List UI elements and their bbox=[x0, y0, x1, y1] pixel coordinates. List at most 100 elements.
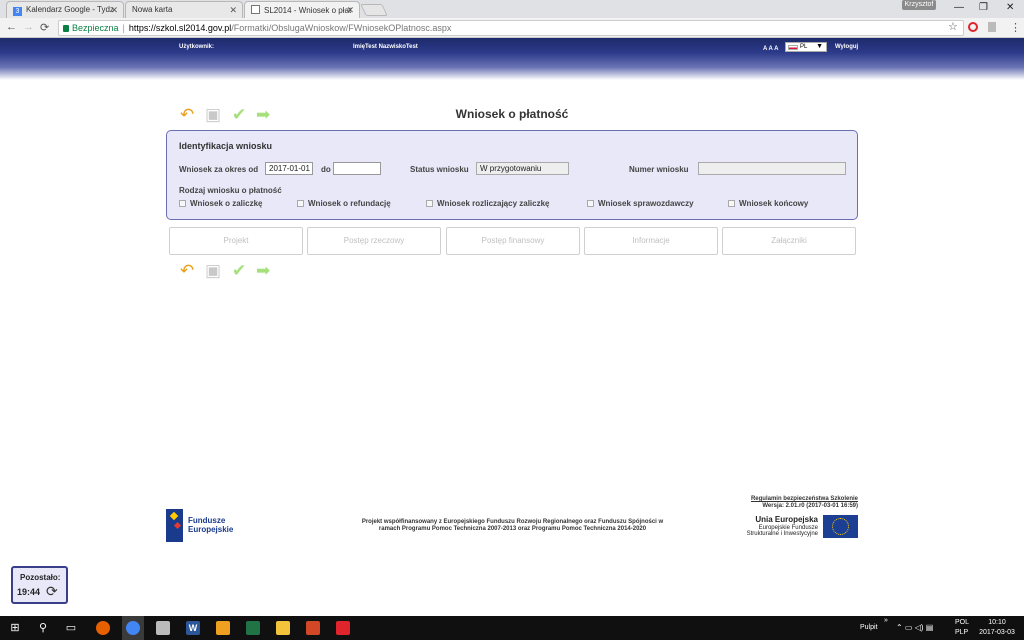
tab-projekt[interactable]: Projekt bbox=[169, 227, 303, 255]
eu-text-block: Unia Europejska Europejskie Fundusze Str… bbox=[740, 515, 818, 537]
address-bar-row: ← → ⟳ Bezpieczna | https://szkol.sl2014.go… bbox=[0, 18, 1024, 38]
cofinancing-line2: ramach Programu Pomoc Techniczna 2007-20… bbox=[378, 526, 647, 532]
close-tab-icon[interactable]: ✕ bbox=[346, 5, 354, 16]
version-text: Wersja: 2.01.r0 (2017-03-01 16:59) bbox=[762, 503, 858, 509]
tab-label: Kalendarz Google - Tydz bbox=[26, 5, 114, 14]
period-from-field[interactable]: 2017-01-01 bbox=[265, 162, 313, 175]
cofinancing-line1: Projekt współfinansowany z Europejskiego… bbox=[361, 519, 664, 525]
back-icon[interactable]: ← bbox=[6, 21, 17, 33]
forward-arrow-icon[interactable]: ➡ bbox=[256, 262, 270, 279]
profile-badge[interactable]: Krzysztof bbox=[902, 0, 936, 10]
minimize-icon[interactable]: — bbox=[954, 2, 964, 13]
period-to-field[interactable] bbox=[333, 162, 381, 175]
tab-postep-finansowy[interactable]: Postęp finansowy bbox=[446, 227, 580, 255]
fundusze-europejskie-logo: Fundusze Europejskie bbox=[166, 509, 236, 542]
checkbox-advance[interactable]: Wniosek o zaliczkę bbox=[179, 199, 262, 208]
checkbox-box bbox=[587, 200, 594, 207]
language-select[interactable]: PL ▼ bbox=[785, 42, 827, 52]
status-field: W przygotowaniu bbox=[476, 162, 569, 175]
version-block: Regulamin bezpieczeństwa Szkolenie Wersj… bbox=[690, 496, 858, 510]
file-explorer-icon[interactable] bbox=[276, 621, 290, 635]
overflow-chevron-icon[interactable]: » bbox=[884, 617, 888, 624]
tab-informacje[interactable]: Informacje bbox=[584, 227, 718, 255]
refresh-icon[interactable]: ⟳ bbox=[46, 583, 58, 600]
task-view-icon[interactable]: ▭ bbox=[64, 621, 78, 635]
tab-zalaczniki[interactable]: Załączniki bbox=[722, 227, 856, 255]
checkbox-refund[interactable]: Wniosek o refundację bbox=[297, 199, 391, 208]
checkbox-settling-advance[interactable]: Wniosek rozliczający zaliczkę bbox=[426, 199, 550, 208]
input-language-primary: POL bbox=[955, 619, 970, 626]
url-field[interactable]: Bezpieczna | https://szkol.sl2014.gov.pl/F… bbox=[58, 20, 964, 36]
os-taskbar: ⊞ ⚲ ▭ W Pulpit » ⌃ ▭ ◁) ▤ POL PLP 10:10 … bbox=[0, 616, 1024, 640]
url-host: https://szkol.sl2014.gov.pl bbox=[128, 23, 232, 33]
logout-link[interactable]: Wyloguj bbox=[835, 44, 858, 50]
check-icon[interactable]: ✔ bbox=[232, 106, 246, 123]
calendar-favicon-icon: 3 bbox=[13, 7, 22, 16]
windows-start-icon[interactable]: ⊞ bbox=[8, 621, 22, 635]
checkbox-label: Wniosek o zaliczkę bbox=[190, 199, 263, 208]
page-title: Wniosek o płatność bbox=[455, 107, 569, 121]
checkbox-label: Wniosek o refundację bbox=[308, 199, 391, 208]
checkbox-final[interactable]: Wniosek końcowy bbox=[728, 199, 808, 208]
restore-icon[interactable]: ❐ bbox=[979, 2, 988, 13]
eu-flag-icon bbox=[823, 515, 858, 538]
tab-new-tab[interactable]: Nowa karta ✕ bbox=[125, 1, 243, 18]
check-icon[interactable]: ✔ bbox=[232, 262, 246, 279]
lock-icon bbox=[63, 25, 69, 32]
font-size-controls-label: A A A bbox=[763, 46, 779, 52]
url-separator: | bbox=[122, 23, 125, 33]
user-name: ImięTest NazwiskoTest bbox=[353, 44, 418, 50]
forward-arrow-icon[interactable]: ➡ bbox=[256, 106, 270, 123]
url-path: /Formatki/ObslugaWnioskow/FWniosekOPlatn… bbox=[231, 23, 452, 33]
save-icon[interactable]: ▣ bbox=[205, 262, 221, 279]
close-window-icon[interactable]: ✕ bbox=[1006, 2, 1014, 13]
undo-icon[interactable]: ↶ bbox=[180, 106, 194, 123]
tab-postep-rzeczowy[interactable]: Postęp rzeczowy bbox=[307, 227, 441, 255]
clock-date: 2017-03-03 bbox=[979, 629, 1015, 636]
fe-logo-line1: Fundusze bbox=[188, 516, 226, 525]
new-tab-button[interactable] bbox=[360, 4, 388, 16]
period-to-label: do bbox=[321, 165, 331, 174]
notepad-icon[interactable] bbox=[156, 621, 170, 635]
security-rules-link[interactable]: Regulamin bezpieczeństwa Szkolenie bbox=[690, 496, 858, 503]
acrobat-icon[interactable] bbox=[336, 621, 350, 635]
checkbox-label: Wniosek rozliczający zaliczkę bbox=[437, 199, 550, 208]
powerpoint-icon[interactable] bbox=[306, 621, 320, 635]
identification-heading: Identyfikacja wniosku bbox=[179, 141, 273, 151]
input-language[interactable]: POL PLP bbox=[955, 618, 969, 638]
reload-icon[interactable]: ⟳ bbox=[40, 21, 49, 34]
undo-icon[interactable]: ↶ bbox=[180, 262, 194, 279]
pl-flag-icon bbox=[788, 45, 798, 50]
timer-value: 19:44 bbox=[17, 587, 41, 597]
close-tab-icon[interactable]: ✕ bbox=[110, 5, 118, 16]
desktop-toolbar-label[interactable]: Pulpit bbox=[860, 624, 878, 631]
firefox-icon[interactable] bbox=[96, 621, 110, 635]
opera-extension-icon[interactable] bbox=[968, 22, 978, 32]
search-icon[interactable]: ⚲ bbox=[36, 621, 50, 635]
close-tab-icon[interactable]: ✕ bbox=[229, 5, 237, 16]
checkbox-reporting[interactable]: Wniosek sprawozdawczy bbox=[587, 199, 694, 208]
chrome-icon[interactable] bbox=[126, 621, 140, 635]
forward-icon[interactable]: → bbox=[23, 21, 34, 33]
input-language-secondary: PLP bbox=[955, 629, 969, 636]
system-tray-icons[interactable]: ⌃ ▭ ◁) ▤ bbox=[896, 623, 933, 632]
security-label: Bezpieczna bbox=[72, 23, 119, 33]
checkbox-box bbox=[426, 200, 433, 207]
save-icon[interactable]: ▣ bbox=[205, 106, 221, 123]
extension-icon[interactable] bbox=[988, 22, 996, 32]
tab-sl2014[interactable]: SL2014 - Wniosek o płat ✕ bbox=[244, 1, 360, 19]
system-clock[interactable]: 10:10 2017-03-03 bbox=[975, 618, 1019, 638]
bookmark-star-icon[interactable]: ☆ bbox=[948, 20, 958, 33]
orange-app-icon[interactable] bbox=[216, 621, 230, 635]
tab-label: SL2014 - Wniosek o płat bbox=[264, 6, 352, 15]
checkbox-label: Wniosek sprawozdawczy bbox=[598, 199, 694, 208]
font-size-controls[interactable]: A A A bbox=[763, 42, 778, 52]
language-value: PL bbox=[800, 44, 808, 50]
number-label: Numer wniosku bbox=[629, 165, 689, 174]
fe-flag-icon bbox=[166, 509, 183, 542]
browser-menu-icon[interactable]: ⋮ bbox=[1010, 21, 1021, 34]
word-icon[interactable]: W bbox=[186, 621, 200, 635]
excel-icon[interactable] bbox=[246, 621, 260, 635]
session-timer: Pozostało: 19:44 ⟳ bbox=[11, 566, 68, 604]
tab-google-calendar[interactable]: 3 Kalendarz Google - Tydz ✕ bbox=[6, 1, 124, 18]
